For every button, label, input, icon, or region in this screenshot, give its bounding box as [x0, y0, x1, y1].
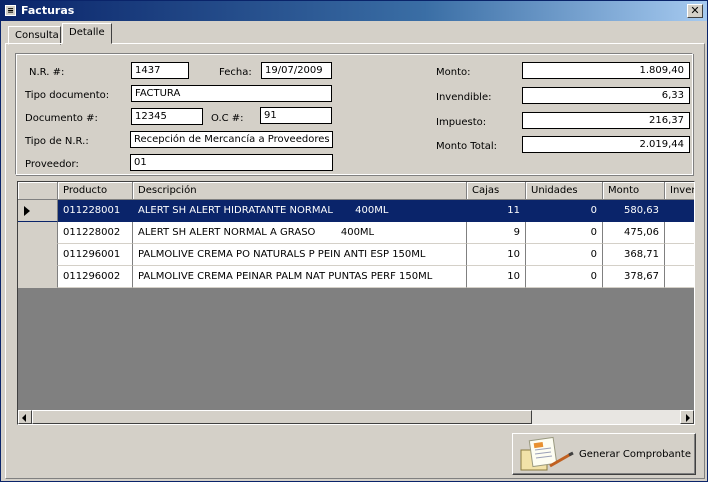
table-row[interactable]: 011296002 PALMOLIVE CREMA PEINAR PALM NA… [18, 266, 694, 288]
arrow-right-icon [686, 414, 690, 422]
cell-producto[interactable]: 011296002 [58, 266, 133, 288]
monto-total-field[interactable]: 2.019,44 [522, 136, 690, 153]
monto-total-label: Monto Total: [436, 141, 498, 152]
invendible-field[interactable]: 6,33 [522, 87, 690, 104]
facturas-window: ≡ Facturas ✕ Consulta Detalle N.R. #: 14… [0, 0, 708, 482]
nr-label: N.R. #: [29, 67, 65, 78]
cell-producto[interactable]: 011228001 [58, 200, 133, 222]
oc-label: O.C #: [211, 113, 244, 124]
cell-unidades[interactable]: 0 [526, 244, 603, 266]
cell-invendible[interactable] [665, 244, 694, 266]
scroll-left-button[interactable] [18, 410, 32, 424]
nr-field[interactable]: 1437 [131, 62, 189, 79]
products-grid[interactable]: Producto Descripción Cajas Unidades Mont… [17, 181, 695, 425]
fecha-field[interactable]: 19/07/2009 [261, 62, 332, 79]
column-header-selector[interactable] [18, 182, 58, 200]
column-header-monto[interactable]: Monto [603, 182, 665, 200]
tab-detalle-label: Detalle [69, 27, 105, 38]
row-selector[interactable] [18, 244, 58, 266]
title-bar[interactable]: ≡ Facturas ✕ [1, 1, 707, 21]
table-row[interactable]: 011228002 ALERT SH ALERT NORMAL A GRASO … [18, 222, 694, 244]
window-title: Facturas [21, 4, 75, 17]
cell-producto[interactable]: 011296001 [58, 244, 133, 266]
row-selector[interactable] [18, 200, 58, 222]
column-header-cajas[interactable]: Cajas [467, 182, 526, 200]
arrow-left-icon [22, 414, 26, 422]
tipo-documento-field[interactable]: FACTURA [131, 85, 332, 102]
column-header-descripcion[interactable]: Descripción [133, 182, 467, 200]
table-row[interactable]: 011296001 PALMOLIVE CREMA PO NATURALS P … [18, 244, 694, 266]
cell-invendible[interactable] [665, 222, 694, 244]
documento-field[interactable]: 12345 [131, 108, 203, 125]
tab-detalle[interactable]: Detalle [62, 23, 112, 44]
column-header-producto[interactable]: Producto [58, 182, 133, 200]
row-selector[interactable] [18, 222, 58, 244]
fecha-label: Fecha: [219, 67, 252, 78]
cell-monto[interactable]: 580,63 [603, 200, 665, 222]
impuesto-field[interactable]: 216,37 [522, 112, 690, 129]
window-menu-icon[interactable]: ≡ [5, 5, 16, 16]
monto-label: Monto: [436, 67, 471, 78]
tab-consulta-label: Consulta [15, 30, 59, 41]
current-row-pointer-icon [24, 206, 30, 216]
proveedor-label: Proveedor: [25, 159, 79, 170]
cell-cajas[interactable]: 9 [467, 222, 526, 244]
generar-comprobante-button[interactable]: Generar Comprobante [512, 433, 696, 475]
proveedor-field[interactable]: 01 [130, 154, 333, 171]
scroll-right-button[interactable] [680, 410, 694, 424]
column-header-invendible[interactable]: Inver [665, 182, 694, 200]
cell-descripcion[interactable]: ALERT SH ALERT HIDRATANTE NORMAL 400ML [133, 200, 467, 222]
cell-descripcion[interactable]: PALMOLIVE CREMA PO NATURALS P PEIN ANTI … [133, 244, 467, 266]
oc-field[interactable]: 91 [260, 107, 332, 124]
cell-cajas[interactable]: 10 [467, 266, 526, 288]
cell-invendible[interactable] [665, 200, 694, 222]
cell-unidades[interactable]: 0 [526, 222, 603, 244]
row-selector[interactable] [18, 266, 58, 288]
cell-cajas[interactable]: 11 [467, 200, 526, 222]
cell-descripcion[interactable]: PALMOLIVE CREMA PEINAR PALM NAT PUNTAS P… [133, 266, 467, 288]
cell-monto[interactable]: 368,71 [603, 244, 665, 266]
tipo-nr-label: Tipo de N.R.: [25, 136, 89, 147]
cell-monto[interactable]: 475,06 [603, 222, 665, 244]
cell-monto[interactable]: 378,67 [603, 266, 665, 288]
generar-comprobante-label: Generar Comprobante [579, 449, 692, 460]
table-row[interactable]: 011228001 ALERT SH ALERT HIDRATANTE NORM… [18, 200, 694, 222]
document-pencil-icon [520, 436, 574, 471]
invendible-label: Invendible: [436, 92, 492, 103]
grid-header: Producto Descripción Cajas Unidades Mont… [18, 182, 694, 200]
horizontal-scrollbar[interactable] [18, 410, 694, 424]
cell-descripcion[interactable]: ALERT SH ALERT NORMAL A GRASO 400ML [133, 222, 467, 244]
scroll-thumb[interactable] [32, 410, 532, 424]
cell-unidades[interactable]: 0 [526, 266, 603, 288]
documento-label: Documento #: [25, 113, 98, 124]
cell-producto[interactable]: 011228002 [58, 222, 133, 244]
tipo-documento-label: Tipo documento: [25, 90, 110, 101]
monto-field[interactable]: 1.809,40 [522, 62, 690, 79]
impuesto-label: Impuesto: [436, 117, 487, 128]
cell-unidades[interactable]: 0 [526, 200, 603, 222]
cell-invendible[interactable] [665, 266, 694, 288]
tipo-nr-field[interactable]: Recepción de Mercancía a Proveedores [130, 131, 333, 148]
column-header-unidades[interactable]: Unidades [526, 182, 603, 200]
cell-cajas[interactable]: 10 [467, 244, 526, 266]
close-button[interactable]: ✕ [687, 4, 703, 18]
